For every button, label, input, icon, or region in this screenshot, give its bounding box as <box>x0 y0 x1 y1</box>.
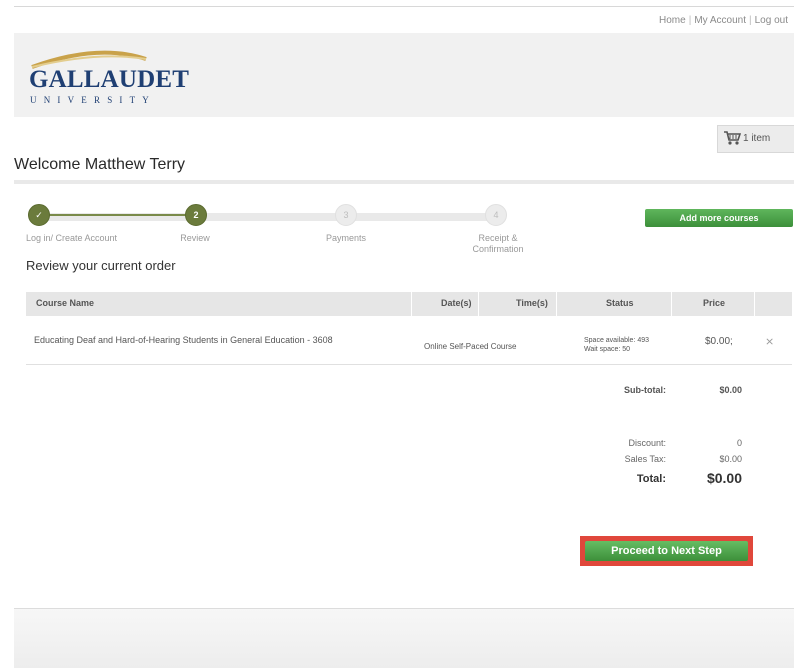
step-4-circle: 4 <box>485 204 507 226</box>
remove-x-icon[interactable]: ⨯ <box>765 335 774 348</box>
step-2-circle: 2 <box>185 204 207 226</box>
date-time-cell: Online Self-Paced Course <box>424 342 517 351</box>
discount-label: Discount: <box>628 438 666 448</box>
gallaudet-logo[interactable]: GALLAUDET UNIVERSITY <box>28 45 189 107</box>
logo-subtitle: UNIVERSITY <box>30 95 156 105</box>
space-available: Space available: 493 <box>584 337 649 344</box>
cart-count: 1 item <box>743 133 771 144</box>
discount-value: 0 <box>736 438 742 448</box>
step-1-check-icon: ✓ <box>28 204 50 226</box>
step-4-label: Receipt & Confirmation <box>458 233 538 255</box>
home-link[interactable]: Home <box>659 15 686 26</box>
step-3-label: Payments <box>325 233 367 243</box>
header-dates: Date(s) <box>441 298 472 308</box>
step-4-label-line2: Confirmation <box>472 244 524 254</box>
header-divider <box>671 292 672 316</box>
welcome-divider <box>14 180 794 184</box>
header-divider <box>411 292 412 316</box>
header-status: Status <box>606 298 634 308</box>
link-separator: | <box>688 15 692 26</box>
site-header: GALLAUDET UNIVERSITY <box>14 33 794 117</box>
wait-space: Wait space: 50 <box>584 346 631 353</box>
logo-name: GALLAUDET <box>29 66 190 93</box>
sales-tax-label: Sales Tax: <box>624 454 666 464</box>
my-account-link[interactable]: My Account <box>694 15 746 26</box>
progress-fill <box>38 214 195 216</box>
header-course-name: Course Name <box>36 298 95 308</box>
top-divider <box>14 6 794 7</box>
welcome-heading: Welcome Matthew Terry <box>14 156 186 173</box>
link-separator: | <box>749 15 752 26</box>
total-value: $0.00 <box>706 470 742 486</box>
sales-tax-value: $0.00 <box>719 454 742 464</box>
price-cell: $0.00; <box>705 336 733 347</box>
top-links: Home | My Account | Log out <box>659 15 788 26</box>
footer <box>14 609 794 668</box>
header-divider <box>556 292 557 316</box>
add-more-courses-button[interactable]: Add more courses <box>645 209 793 227</box>
row-divider <box>26 364 792 365</box>
header-times: Time(s) <box>516 298 548 308</box>
step-1-label: Log in/ Create Account <box>26 233 118 243</box>
header-divider <box>754 292 755 316</box>
proceed-to-next-step-button[interactable]: Proceed to Next Step <box>580 536 753 566</box>
step-4-label-line1: Receipt & <box>478 233 518 243</box>
log-out-link[interactable]: Log out <box>755 15 788 26</box>
header-divider <box>478 292 479 316</box>
header-price: Price <box>703 298 726 308</box>
step-3-circle: 3 <box>335 204 357 226</box>
shopping-cart-icon <box>723 130 742 149</box>
status-cell: Space available: 493 Wait space: 50 <box>584 336 649 354</box>
proceed-button-label: Proceed to Next Step <box>585 541 748 561</box>
cart-button[interactable]: 1 item <box>717 125 794 153</box>
order-table-header: Course Name Date(s) Time(s) Status Price <box>26 292 792 316</box>
subtotal-value: $0.00 <box>719 385 742 395</box>
subtotal-label: Sub-total: <box>624 385 666 395</box>
review-order-heading: Review your current order <box>26 258 176 273</box>
total-label: Total: <box>636 473 666 485</box>
step-2-label: Review <box>180 233 210 243</box>
course-name-cell[interactable]: Educating Deaf and Hard-of-Hearing Stude… <box>34 335 333 345</box>
